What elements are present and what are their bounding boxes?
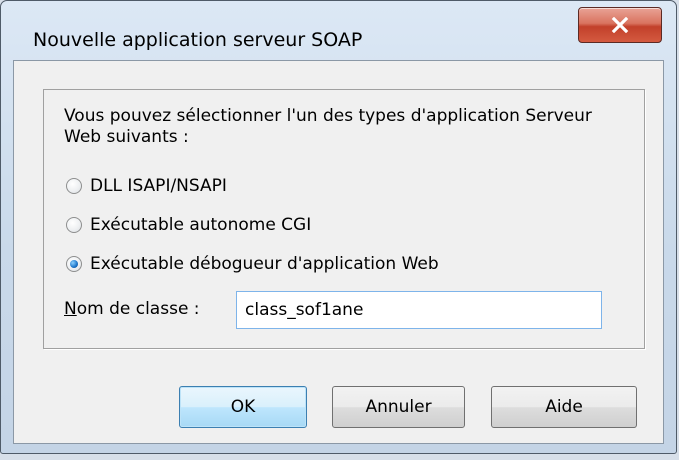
radio-option-debugger[interactable]: Exécutable débogueur d'application Web: [66, 252, 439, 276]
radio-option-cgi[interactable]: Exécutable autonome CGI: [66, 213, 311, 237]
cancel-button[interactable]: Annuler: [332, 386, 465, 428]
help-button[interactable]: Aide: [491, 386, 637, 428]
dialog-title: Nouvelle application serveur SOAP: [33, 29, 363, 51]
radio-option-dll[interactable]: DLL ISAPI/NSAPI: [66, 174, 227, 198]
class-name-label: Nom de classe :: [64, 299, 200, 319]
class-name-input[interactable]: [236, 291, 602, 329]
radio-button-selected[interactable]: [66, 256, 82, 272]
radio-label: DLL ISAPI/NSAPI: [90, 176, 227, 196]
dialog-window: Nouvelle application serveur SOAP Vous p…: [0, 0, 677, 454]
radio-label: Exécutable débogueur d'application Web: [90, 254, 439, 274]
radio-label: Exécutable autonome CGI: [90, 215, 312, 235]
radio-button[interactable]: [66, 217, 82, 233]
class-name-label-mnemonic: N: [64, 299, 77, 319]
description-text: Vous pouvez sélectionner l'un des types …: [64, 106, 592, 147]
class-name-label-text: om de classe :: [76, 299, 200, 319]
title-bar[interactable]: Nouvelle application serveur SOAP: [1, 1, 676, 59]
radio-button[interactable]: [66, 178, 82, 194]
ok-button[interactable]: OK: [179, 386, 307, 428]
close-button[interactable]: [578, 7, 662, 43]
close-x-icon: [611, 17, 629, 33]
